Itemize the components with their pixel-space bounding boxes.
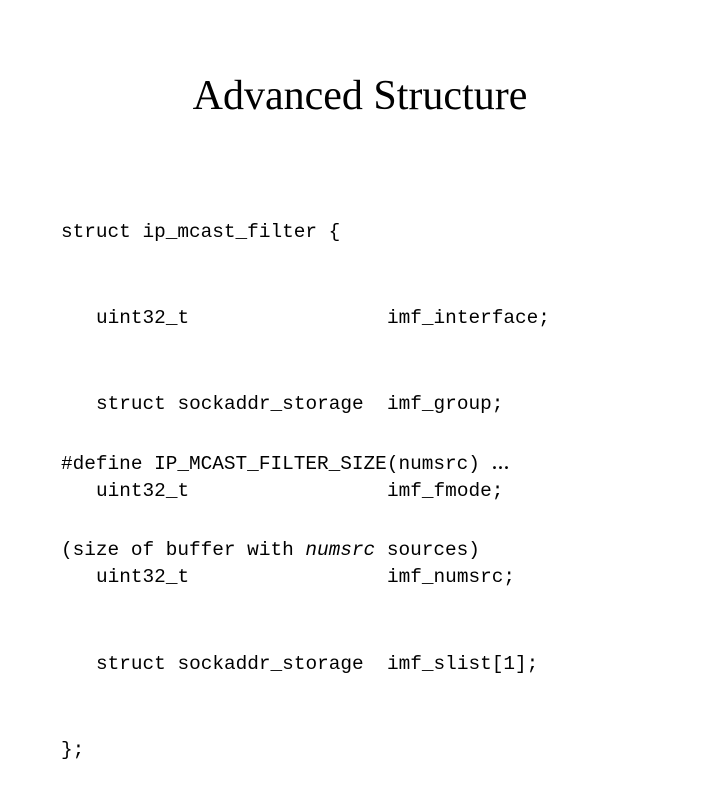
struct-field: struct sockaddr_storage imf_slist[1]; (61, 650, 550, 679)
field-type: uint32_t (96, 306, 190, 329)
define-block: #define IP_MCAST_FILTER_SIZE(numsrc) ...… (61, 390, 510, 594)
struct-open-line: struct ip_mcast_filter { (61, 220, 341, 243)
struct-close-line: }; (61, 738, 85, 761)
field-name: imf_interface; (387, 306, 550, 329)
desc-param: numsrc (305, 538, 376, 561)
desc-prefix: (size of buffer with (61, 538, 306, 561)
define-line: #define IP_MCAST_FILTER_SIZE(numsrc) ... (61, 448, 510, 479)
define-description: (size of buffer with numsrc sources) (61, 536, 510, 565)
field-name: imf_slist[1]; (387, 652, 539, 675)
define-ellipsis: ... (491, 448, 510, 475)
field-type: struct sockaddr_storage (96, 652, 364, 675)
struct-field: uint32_t imf_interface; (61, 304, 550, 333)
slide-title: Advanced Structure (192, 73, 528, 119)
define-macro: #define IP_MCAST_FILTER_SIZE(numsrc) (61, 452, 492, 475)
desc-suffix: sources) (375, 538, 480, 561)
